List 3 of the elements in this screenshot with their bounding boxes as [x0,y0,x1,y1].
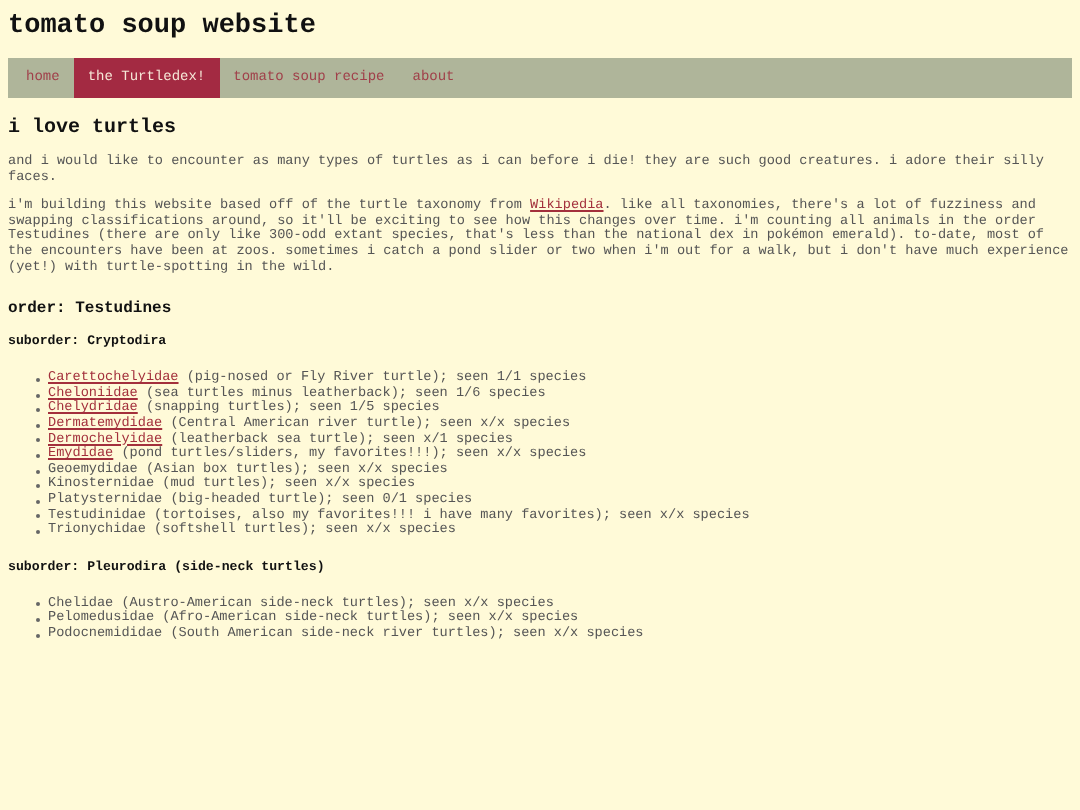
site-title: tomato soup website [8,12,318,42]
page-heading: i love turtles [8,118,179,140]
order-heading: order: Testudines [8,300,174,319]
